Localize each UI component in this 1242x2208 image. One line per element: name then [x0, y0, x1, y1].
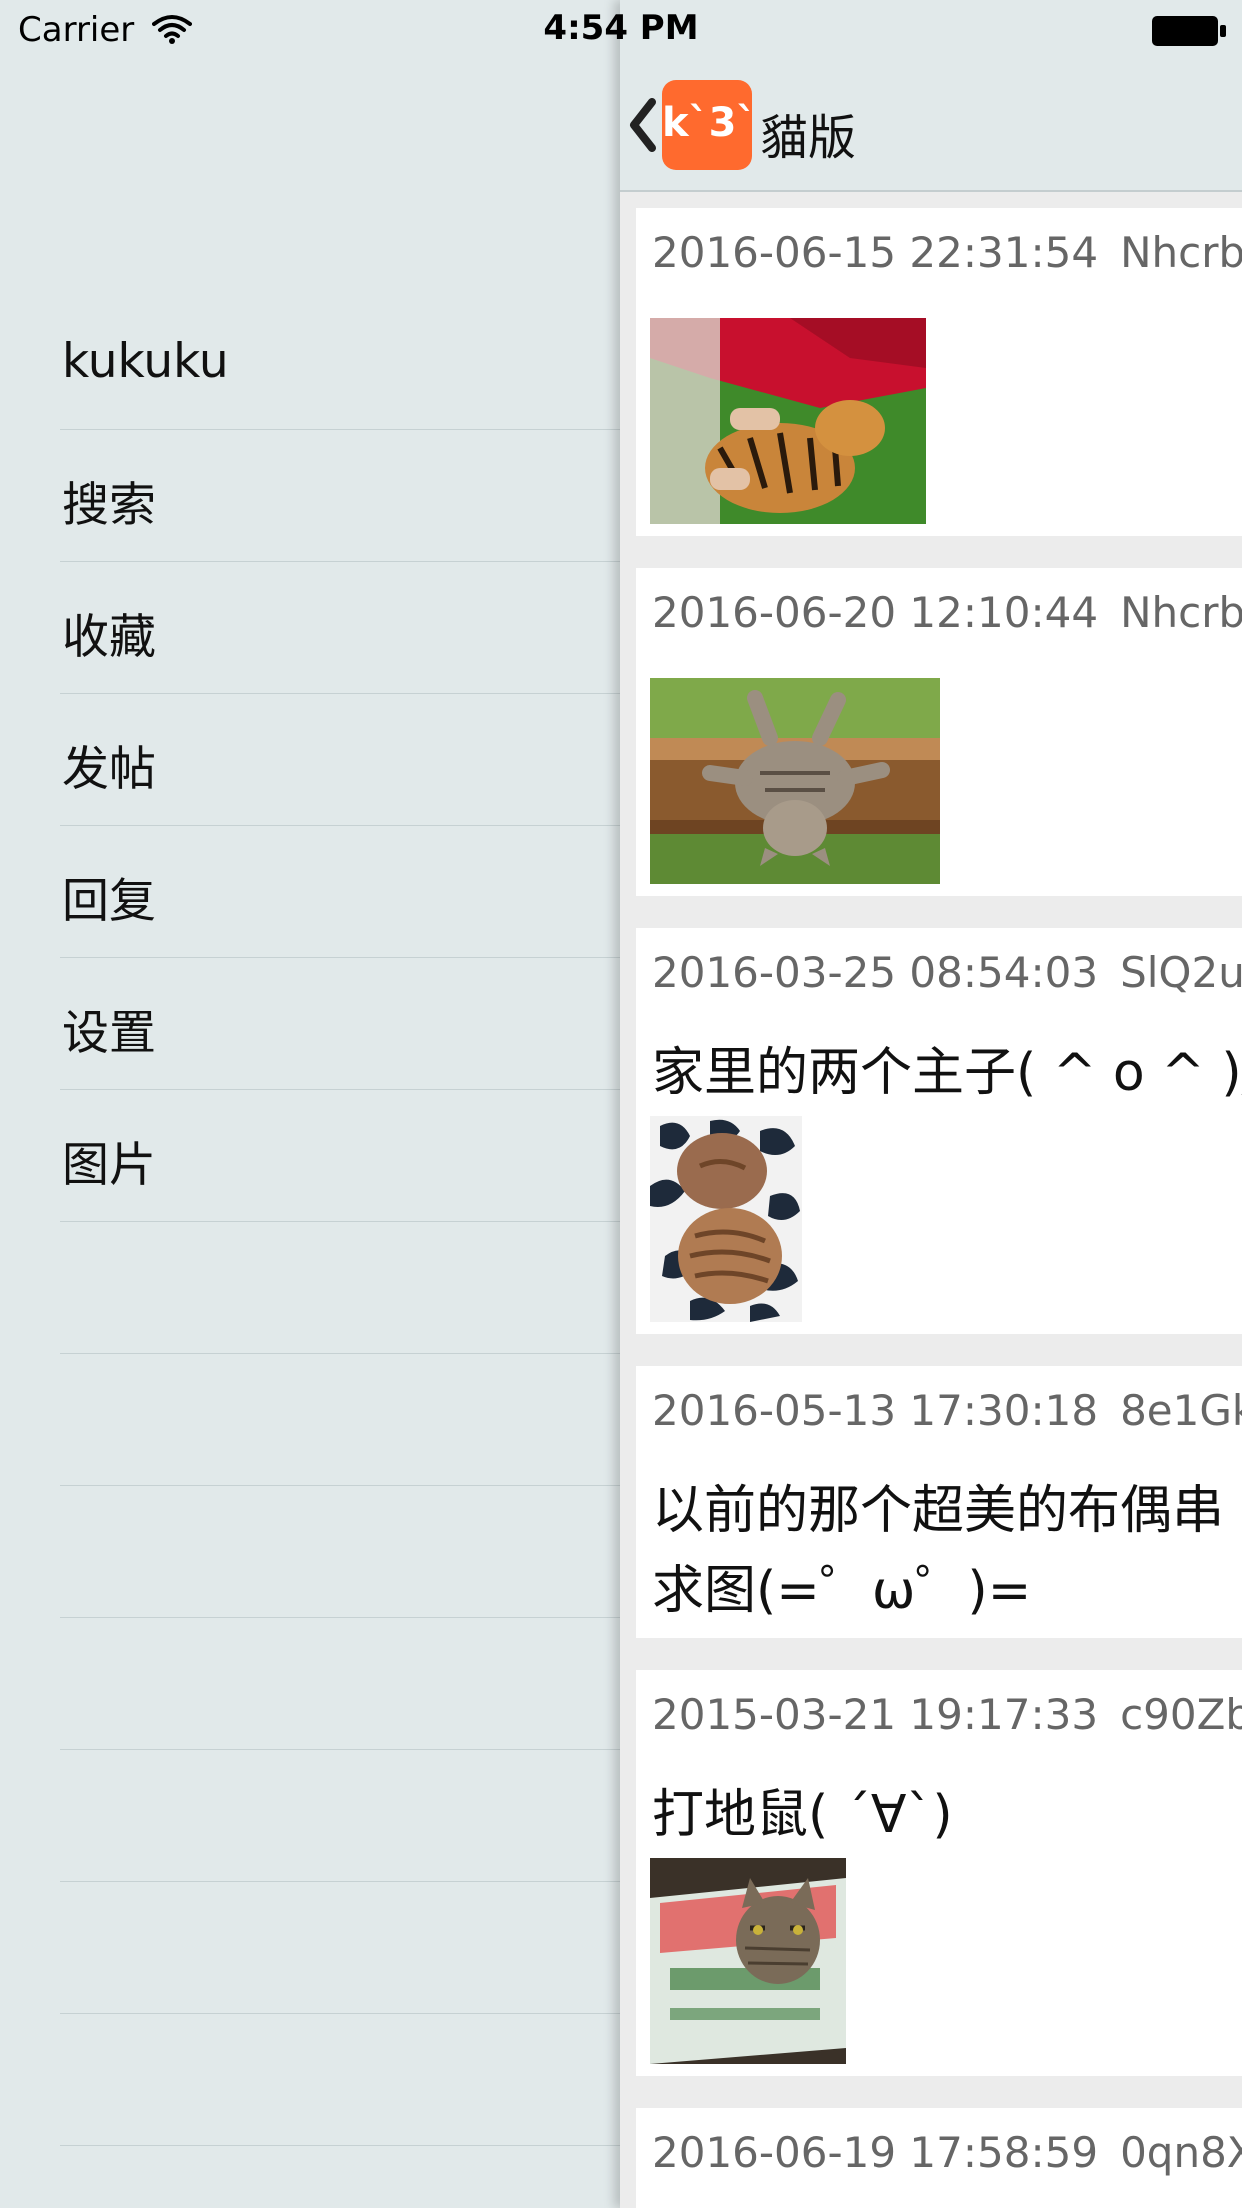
menu-item-settings[interactable]: 设置 [60, 958, 620, 1090]
menu-item-empty [60, 1486, 620, 1618]
post-user-id: Nhcrb [1120, 588, 1242, 637]
post-date: 2016-06-15 22:31:54 [652, 228, 1099, 277]
post-meta: 2016-06-20 12:10:44 Nhcrb [652, 588, 1242, 637]
menu-item-search[interactable]: 搜索 [60, 430, 620, 562]
post-date: 2016-06-20 12:10:44 [652, 588, 1099, 637]
menu-item-label: 图片 [62, 1138, 156, 1193]
post-meta: 2016-06-19 17:58:59 0qn8X [652, 2128, 1242, 2177]
post-text-line-2: 求图(=゜ω゜)= [652, 1561, 1032, 1621]
menu-item-favorites[interactable]: 收藏 [60, 562, 620, 694]
post-thumbnail[interactable] [650, 678, 940, 884]
post-thumbnail[interactable] [650, 1116, 802, 1322]
menu-item-empty [60, 1750, 620, 1882]
post-user-id: Nhcrb [1120, 228, 1242, 277]
post-meta: 2016-05-13 17:30:18 8e1Gkg [652, 1386, 1242, 1435]
post-card[interactable]: 2016-06-20 12:10:44 Nhcrb [636, 568, 1242, 896]
post-card[interactable]: 2016-06-15 22:31:54 Nhcrb [636, 208, 1242, 536]
post-text: 以前的那个超美的布偶串 [652, 1481, 1225, 1541]
page-title: 貓版 [760, 110, 857, 166]
post-user-id: 0qn8X [1120, 2128, 1242, 2177]
menu-item-label: 发帖 [62, 742, 156, 797]
post-meta: 2015-03-21 19:17:33 c90Zb [652, 1690, 1242, 1739]
menu-item-label: 设置 [62, 1006, 156, 1061]
main-panel: k`3`) 貓版 2016-06-15 22:31:54 Nhcrb 2016-0… [620, 0, 1242, 2208]
post-date: 2015-03-21 19:17:33 [652, 1690, 1099, 1739]
post-date: 2016-05-13 17:30:18 [652, 1386, 1099, 1435]
post-meta: 2016-06-15 22:31:54 Nhcrb [652, 228, 1242, 277]
post-date: 2016-03-25 08:54:03 [652, 948, 1099, 997]
menu-item-images[interactable]: 图片 [60, 1090, 620, 1222]
menu-item-label: 回复 [62, 874, 156, 929]
menu-item-replies[interactable]: 回复 [60, 826, 620, 958]
post-date: 2016-06-19 17:58:59 [652, 2128, 1099, 2177]
board-logo[interactable]: k`3`) [662, 80, 752, 170]
status-bar: Carrier 4:54 PM [0, 0, 1242, 60]
menu-item-label: kukuku [62, 334, 229, 389]
post-thumbnail[interactable] [650, 318, 926, 524]
status-time: 4:54 PM [543, 8, 699, 48]
back-chevron-icon[interactable] [628, 98, 658, 152]
menu-item-empty [60, 1222, 620, 1354]
post-text: 家里的两个主子( ^ o ^ )/ [652, 1043, 1242, 1103]
post-meta: 2016-03-25 08:54:03 SlQ2u [652, 948, 1242, 997]
menu-item-empty [60, 1882, 620, 2014]
post-card[interactable]: 2016-03-25 08:54:03 SlQ2u 家里的两个主子( ^ o ^ … [636, 928, 1242, 1334]
post-text: 打地鼠( ´∀`) [652, 1785, 953, 1845]
side-menu: kukuku 搜索 收藏 发帖 回复 设置 图片 [0, 0, 620, 2208]
post-thumbnail[interactable] [650, 1858, 846, 2064]
post-card[interactable]: 2015-03-21 19:17:33 c90Zb 打地鼠( ´∀`) [636, 1670, 1242, 2076]
menu-item-label: 搜索 [62, 478, 156, 533]
menu-item-kukuku[interactable]: kukuku [60, 298, 620, 430]
menu-item-empty [60, 1618, 620, 1750]
logo-text: k`3`) [662, 100, 752, 146]
battery-icon [1152, 16, 1226, 46]
post-card[interactable]: 2016-05-13 17:30:18 8e1Gkg 以前的那个超美的布偶串 求图… [636, 1366, 1242, 1638]
menu-item-label: 收藏 [62, 610, 156, 665]
post-user-id: c90Zb [1120, 1690, 1242, 1739]
menu-item-empty [60, 2014, 620, 2146]
post-card[interactable]: 2016-06-19 17:58:59 0qn8X [636, 2108, 1242, 2208]
post-user-id: 8e1Gkg [1120, 1386, 1242, 1435]
menu-item-new-post[interactable]: 发帖 [60, 694, 620, 826]
post-user-id: SlQ2u [1120, 948, 1242, 997]
menu-item-empty [60, 1354, 620, 1486]
